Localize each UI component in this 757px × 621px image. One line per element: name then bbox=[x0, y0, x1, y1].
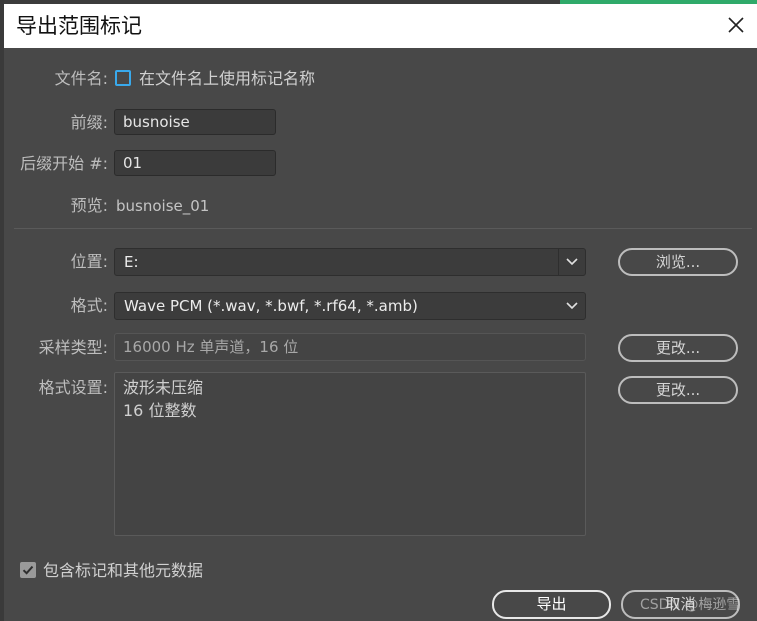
preview-value: busnoise_01 bbox=[116, 197, 210, 215]
change-format-settings-button[interactable]: 更改... bbox=[618, 376, 738, 404]
background-left-edge bbox=[0, 0, 4, 621]
use-marker-name-label[interactable]: 在文件名上使用标记名称 bbox=[139, 69, 315, 89]
location-select[interactable]: E: bbox=[114, 248, 586, 276]
section-divider bbox=[14, 228, 752, 229]
location-label: 位置: bbox=[70, 252, 108, 271]
chevron-down-icon[interactable] bbox=[558, 249, 585, 275]
watermark-text: CSDN @梅逊雪 bbox=[640, 597, 741, 613]
filename-label: 文件名: bbox=[54, 69, 108, 88]
prefix-input[interactable]: busnoise bbox=[114, 109, 276, 135]
close-icon[interactable] bbox=[723, 12, 749, 38]
dialog-titlebar: 导出范围标记 bbox=[4, 4, 757, 48]
suffix-start-label: 后缀开始 #: bbox=[20, 154, 108, 173]
sample-type-label: 采样类型: bbox=[38, 338, 108, 357]
check-icon bbox=[22, 565, 34, 575]
format-select[interactable]: Wave PCM (*.wav, *.bwf, *.rf64, *.amb) bbox=[114, 292, 586, 320]
chevron-down-icon[interactable] bbox=[559, 293, 585, 319]
format-label: 格式: bbox=[70, 296, 108, 315]
format-settings-label: 格式设置: bbox=[38, 378, 108, 397]
dialog-title: 导出范围标记 bbox=[16, 14, 142, 38]
suffix-start-input[interactable]: 01 bbox=[114, 150, 276, 176]
format-value: Wave PCM (*.wav, *.bwf, *.rf64, *.amb) bbox=[124, 297, 418, 315]
include-markers-label[interactable]: 包含标记和其他元数据 bbox=[43, 561, 203, 581]
prefix-label: 前缀: bbox=[70, 113, 108, 132]
export-button[interactable]: 导出 bbox=[492, 590, 611, 619]
format-settings-box: 波形未压缩 16 位整数 bbox=[114, 372, 586, 536]
location-value: E: bbox=[124, 253, 139, 271]
change-sample-type-button[interactable]: 更改... bbox=[618, 334, 738, 362]
preview-label: 预览: bbox=[70, 196, 108, 215]
use-marker-name-checkbox[interactable] bbox=[115, 70, 131, 86]
format-settings-line: 16 位整数 bbox=[123, 401, 197, 420]
format-settings-line: 波形未压缩 bbox=[123, 378, 204, 397]
sample-type-value: 16000 Hz 单声道，16 位 bbox=[114, 333, 586, 361]
browse-button[interactable]: 浏览... bbox=[618, 248, 738, 276]
include-markers-checkbox[interactable] bbox=[20, 562, 36, 578]
